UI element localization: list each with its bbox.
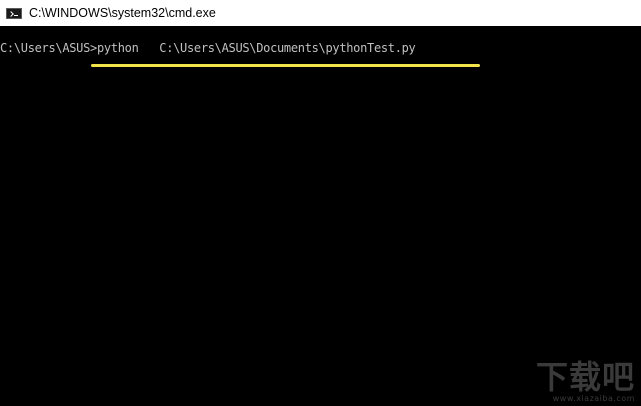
- watermark-title: 下载吧: [535, 358, 635, 396]
- command-line: C:\Users\ASUS>python C:\Users\ASUS\Docum…: [0, 41, 416, 55]
- cmd-icon: [6, 8, 22, 19]
- prompt: C:\Users\ASUS>: [0, 41, 97, 55]
- window-title: C:\WINDOWS\system32\cmd.exe: [29, 6, 216, 20]
- title-bar[interactable]: C:\WINDOWS\system32\cmd.exe: [0, 0, 641, 26]
- highlight-underline: [91, 64, 480, 67]
- command-text: python C:\Users\ASUS\Documents\pythonTes…: [96, 41, 416, 55]
- console-area[interactable]: C:\Users\ASUS>python C:\Users\ASUS\Docum…: [0, 26, 641, 406]
- cmd-window: C:\WINDOWS\system32\cmd.exe C:\Users\ASU…: [0, 0, 641, 406]
- watermark: 下载吧 www.xiazaiba.com: [536, 360, 635, 403]
